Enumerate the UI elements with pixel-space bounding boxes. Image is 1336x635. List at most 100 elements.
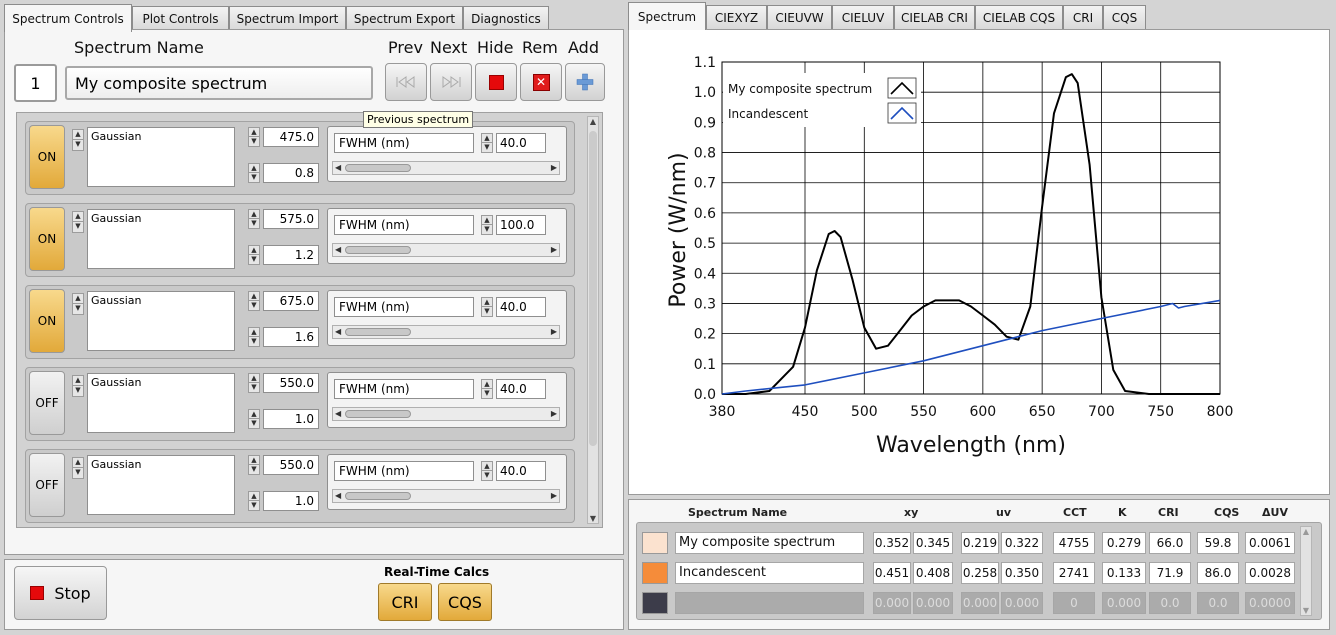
tab-ciexyz[interactable]: CIEXYZ [706,5,767,29]
scroll-thumb[interactable] [345,492,411,500]
arrow-down-icon[interactable]: ▼ [249,383,259,392]
arrow-left-icon[interactable]: ◀ [335,162,341,174]
arrow-down-icon[interactable]: ▼ [249,419,259,428]
parameter-selector[interactable]: FWHM (nm) [334,215,474,235]
arrow-down-icon[interactable]: ▼ [73,222,83,232]
arrow-up-icon[interactable]: ▲ [73,458,83,468]
arrow-down-icon[interactable]: ▼ [249,501,259,510]
arrow-right-icon[interactable]: ▶ [551,326,557,338]
arrow-up-icon[interactable]: ▲ [249,246,259,255]
arrow-down-icon[interactable]: ▼ [482,307,492,316]
arrow-up-icon[interactable]: ▲ [73,130,83,140]
component-toggle-button[interactable]: ON [29,289,65,353]
amplitude-field[interactable]: 0.8 [263,163,319,183]
arrow-down-icon[interactable]: ▼ [249,465,259,474]
arrow-up-icon[interactable]: ▲ [73,294,83,304]
arrow-down-icon[interactable]: ▼ [482,471,492,480]
arrow-up-icon[interactable]: ▲ [249,492,259,501]
scroll-thumb[interactable] [345,164,411,172]
parameter-value-field[interactable]: 40.0 [496,461,546,481]
function-spinner[interactable]: ▲ ▼ [72,375,84,397]
arrow-right-icon[interactable]: ▶ [551,490,557,502]
tab-spectrum-export[interactable]: Spectrum Export [346,6,463,30]
parameter-value-field[interactable]: 40.0 [496,297,546,317]
arrow-down-icon[interactable]: ▼ [482,143,492,152]
parameter-scrollbar[interactable]: ◀ ▶ [332,325,560,339]
scroll-down-arrow-icon[interactable]: ▼ [1301,606,1311,615]
parameter-scrollbar[interactable]: ◀ ▶ [332,161,560,175]
parameter-value-field[interactable]: 100.0 [496,215,546,235]
arrow-left-icon[interactable]: ◀ [335,408,341,420]
center-spinner[interactable]: ▲ ▼ [248,373,260,393]
arrow-down-icon[interactable]: ▼ [249,301,259,310]
arrow-left-icon[interactable]: ◀ [335,244,341,256]
row-spectrum-name[interactable]: My composite spectrum [675,532,864,554]
scroll-up-arrow-icon[interactable]: ▲ [588,117,598,126]
center-spinner[interactable]: ▲ ▼ [248,291,260,311]
function-listbox[interactable]: Gaussian [87,291,235,351]
function-listbox[interactable]: Gaussian [87,373,235,433]
scroll-thumb[interactable] [589,131,597,446]
stop-button[interactable]: Stop [14,566,107,620]
next-spectrum-button[interactable] [430,63,472,101]
prev-spectrum-button[interactable] [385,63,427,101]
amplitude-field[interactable]: 1.0 [263,491,319,511]
scroll-thumb[interactable] [345,328,411,336]
row-spectrum-name[interactable]: Incandescent [675,562,864,584]
parameter-scrollbar[interactable]: ◀ ▶ [332,243,560,257]
parameter-selector[interactable]: FWHM (nm) [334,461,474,481]
remove-spectrum-button[interactable]: ✕ [520,63,562,101]
amplitude-spinner[interactable]: ▲ ▼ [248,409,260,429]
center-wavelength-field[interactable]: 675.0 [263,291,319,311]
row-color-swatch[interactable] [642,532,668,554]
arrow-down-icon[interactable]: ▼ [249,219,259,228]
function-spinner[interactable]: ▲ ▼ [72,457,84,479]
center-spinner[interactable]: ▲ ▼ [248,209,260,229]
tab-cielab-cri[interactable]: CIELAB CRI [894,5,975,29]
spectrum-name-field[interactable]: My composite spectrum [65,66,373,100]
center-wavelength-field[interactable]: 575.0 [263,209,319,229]
amplitude-spinner[interactable]: ▲ ▼ [248,327,260,347]
parameter-spinner[interactable]: ▲ ▼ [481,215,493,235]
tab-spectrum-import[interactable]: Spectrum Import [229,6,346,30]
amplitude-spinner[interactable]: ▲ ▼ [248,163,260,183]
arrow-down-icon[interactable]: ▼ [249,337,259,346]
amplitude-spinner[interactable]: ▲ ▼ [248,491,260,511]
arrow-left-icon[interactable]: ◀ [335,326,341,338]
tab-plot-controls[interactable]: Plot Controls [132,6,229,30]
arrow-up-icon[interactable]: ▲ [482,298,492,307]
component-toggle-button[interactable]: ON [29,207,65,271]
row-spectrum-name[interactable] [675,592,864,614]
row-color-swatch[interactable] [642,562,668,584]
arrow-up-icon[interactable]: ▲ [249,410,259,419]
arrow-left-icon[interactable]: ◀ [335,490,341,502]
parameter-spinner[interactable]: ▲ ▼ [481,379,493,399]
row-color-swatch[interactable] [642,592,668,614]
tab-cieluv[interactable]: CIELUV [832,5,894,29]
function-listbox[interactable]: Gaussian [87,209,235,269]
arrow-down-icon[interactable]: ▼ [249,137,259,146]
component-toggle-button[interactable]: OFF [29,371,65,435]
function-listbox[interactable]: Gaussian [87,127,235,187]
function-spinner[interactable]: ▲ ▼ [72,129,84,151]
parameter-scrollbar[interactable]: ◀ ▶ [332,489,560,503]
arrow-right-icon[interactable]: ▶ [551,162,557,174]
arrow-up-icon[interactable]: ▲ [249,128,259,137]
parameter-spinner[interactable]: ▲ ▼ [481,461,493,481]
scroll-down-arrow-icon[interactable]: ▼ [588,514,598,523]
scroll-up-arrow-icon[interactable]: ▲ [1301,527,1311,536]
amplitude-field[interactable]: 1.2 [263,245,319,265]
parameter-selector[interactable]: FWHM (nm) [334,379,474,399]
tab-cri[interactable]: CRI [1063,5,1103,29]
center-spinner[interactable]: ▲ ▼ [248,455,260,475]
center-wavelength-field[interactable]: 550.0 [263,373,319,393]
arrow-down-icon[interactable]: ▼ [73,140,83,150]
amplitude-field[interactable]: 1.6 [263,327,319,347]
function-listbox[interactable]: Gaussian [87,455,235,515]
arrow-up-icon[interactable]: ▲ [482,462,492,471]
hide-spectrum-button[interactable] [475,63,517,101]
tab-cielab-cqs[interactable]: CIELAB CQS [975,5,1063,29]
parameter-selector[interactable]: FWHM (nm) [334,133,474,153]
parameter-spinner[interactable]: ▲ ▼ [481,297,493,317]
parameter-spinner[interactable]: ▲ ▼ [481,133,493,153]
